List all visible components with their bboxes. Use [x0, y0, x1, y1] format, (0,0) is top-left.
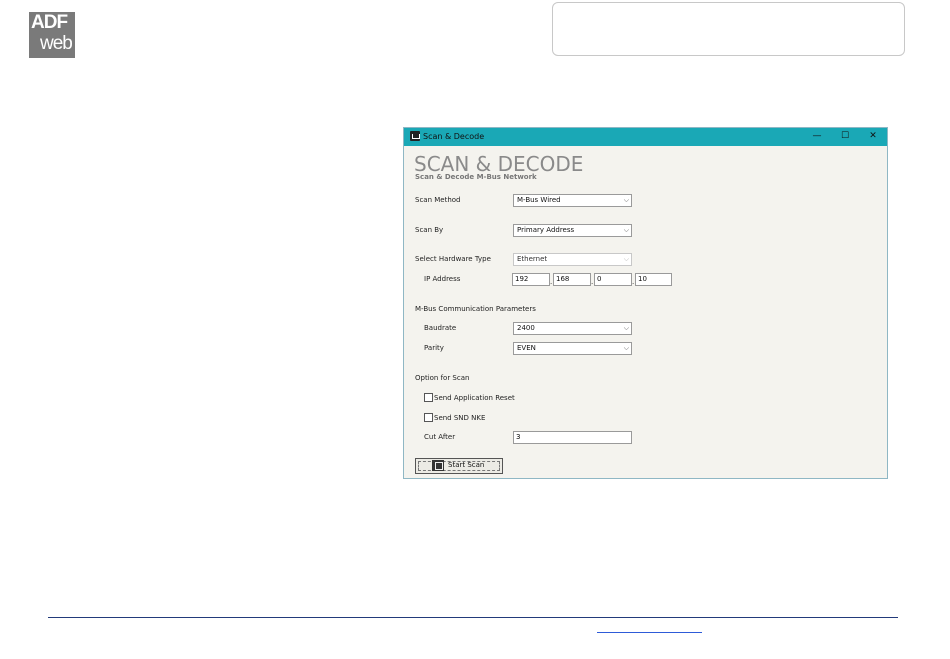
scan-by-select[interactable]: Primary Address ⌵ — [513, 224, 632, 237]
ip-octet-2-input[interactable]: 168 — [553, 273, 591, 286]
hardware-type-label: Select Hardware Type — [415, 255, 491, 263]
page-title: SCAN & DECODE — [414, 152, 584, 176]
ip-octet-3-input[interactable]: 0 — [594, 273, 632, 286]
baudrate-value: 2400 — [517, 324, 535, 332]
scan-method-select[interactable]: M-Bus Wired ⌵ — [513, 194, 632, 207]
chevron-down-icon: ⌵ — [623, 255, 629, 263]
ip-octet-3-value: 0 — [597, 275, 602, 283]
chevron-down-icon: ⌵ — [623, 196, 629, 204]
start-scan-button[interactable]: Start Scan — [415, 458, 503, 474]
close-button[interactable]: ✕ — [866, 130, 880, 143]
ip-octet-1-input[interactable]: 192 — [512, 273, 550, 286]
window-title: Scan & Decode — [423, 132, 485, 141]
send-application-reset-label: Send Application Reset — [434, 394, 515, 402]
parity-value: EVEN — [517, 344, 536, 352]
send-snd-nke-label: Send SND NKE — [434, 414, 486, 422]
adfweb-logo: ADF web — [29, 12, 75, 58]
maximize-button[interactable]: ☐ — [838, 130, 852, 143]
ip-octet-1-value: 192 — [515, 275, 529, 283]
cut-after-input[interactable]: 3 — [513, 431, 632, 444]
logo-text-adf: ADF — [31, 12, 68, 33]
send-snd-nke-checkbox[interactable] — [424, 413, 433, 422]
scan-by-value: Primary Address — [517, 226, 575, 234]
chevron-down-icon: ⌵ — [623, 324, 629, 332]
window-titlebar[interactable]: Scan & Decode — ☐ ✕ — [404, 128, 887, 146]
comm-params-label: M-Bus Communication Parameters — [415, 305, 536, 313]
ip-octet-2-value: 168 — [556, 275, 570, 283]
minimize-button[interactable]: — — [810, 130, 824, 143]
chevron-down-icon: ⌵ — [623, 344, 629, 352]
ip-separator: . — [550, 278, 553, 286]
scan-by-label: Scan By — [415, 226, 444, 234]
option-for-scan-label: Option for Scan — [415, 374, 470, 382]
cut-after-value: 3 — [516, 433, 521, 441]
scan-method-value: M-Bus Wired — [517, 196, 561, 204]
hardware-type-select[interactable]: Ethernet ⌵ — [513, 253, 632, 266]
cut-after-label: Cut After — [424, 433, 456, 441]
page-subtitle: Scan & Decode M-Bus Network — [415, 173, 537, 181]
header-info-box — [552, 2, 905, 56]
parity-select[interactable]: EVEN ⌵ — [513, 342, 632, 355]
scan-decode-window: Scan & Decode — ☐ ✕ SCAN & DECODE Scan &… — [403, 127, 888, 479]
hardware-type-value: Ethernet — [517, 255, 548, 263]
baudrate-select[interactable]: 2400 ⌵ — [513, 322, 632, 335]
footer-divider — [48, 617, 898, 618]
logo-text-web: web — [40, 33, 73, 54]
send-application-reset-checkbox[interactable] — [424, 393, 433, 402]
scan-method-label: Scan Method — [415, 196, 461, 204]
ip-octet-4-value: 10 — [638, 275, 647, 283]
ip-address-label: IP Address — [424, 275, 461, 283]
parity-label: Parity — [424, 344, 444, 352]
footer-link[interactable] — [597, 622, 702, 633]
ip-octet-4-input[interactable]: 10 — [635, 273, 672, 286]
app-icon — [410, 131, 420, 141]
scan-icon — [432, 460, 444, 471]
chevron-down-icon: ⌵ — [623, 226, 629, 234]
ip-separator: . — [632, 278, 635, 286]
start-scan-label: Start Scan — [448, 461, 485, 469]
ip-separator: . — [591, 278, 594, 286]
baudrate-label: Baudrate — [424, 324, 457, 332]
